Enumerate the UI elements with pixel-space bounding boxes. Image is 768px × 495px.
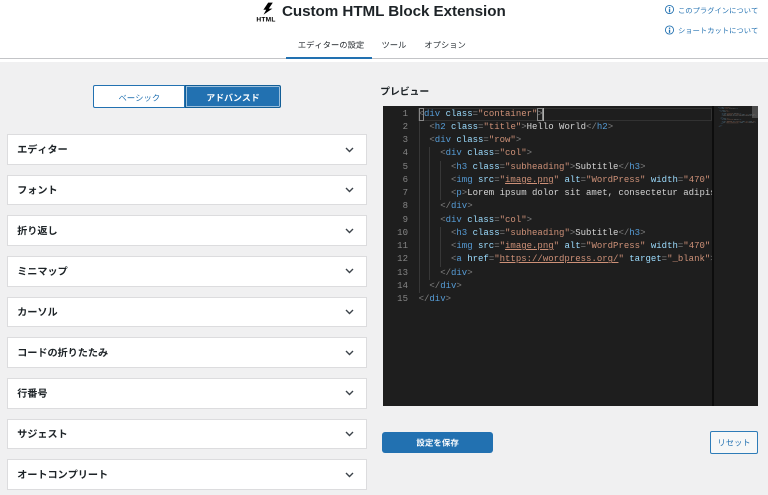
svg-text:HTML: HTML [256,17,275,23]
